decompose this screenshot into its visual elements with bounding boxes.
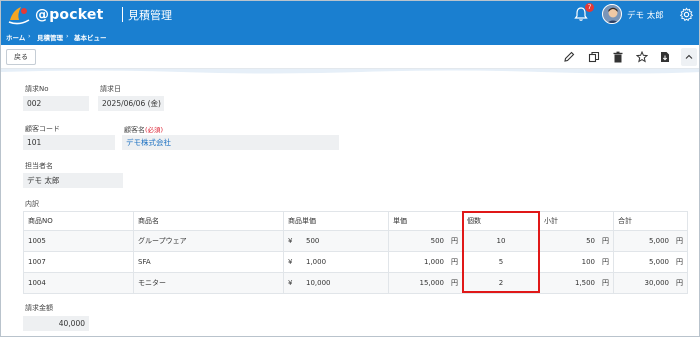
list-price-value: 500 [306, 237, 320, 245]
subtotal-value: 100 [581, 258, 595, 266]
price-cell: 1,000 円 [388, 251, 463, 273]
breadcrumb-quote-management[interactable]: 見積管理 [37, 32, 63, 42]
breadcrumb: ホーム › 見積管理 › 基本ビュー [1, 29, 699, 45]
subtotal-cell: 1,500 円 [539, 272, 614, 294]
breadcrumb-separator: › [66, 32, 69, 40]
column-header: 合計 [613, 211, 688, 231]
table-row: 1004 モニター ¥10,000 15,000 円 2 1,500 円 30,00… [23, 272, 688, 294]
gear-icon[interactable] [679, 7, 694, 22]
app-logo[interactable]: @pocket [7, 4, 117, 26]
total-cell: 5,000 円 [613, 230, 688, 252]
subtotal-cell: 50 円 [539, 230, 614, 252]
unit-label: 円 [451, 258, 458, 266]
list-price-cell: ¥500 [283, 230, 389, 252]
logo-text: @pocket [35, 7, 104, 23]
total-cell: 30,000 円 [613, 272, 688, 294]
details-label: 内訳 [25, 200, 39, 208]
invoice-date-label: 請求日 [100, 85, 121, 93]
product-name-cell: SFA [133, 251, 284, 273]
price-value: 15,000 [419, 279, 445, 287]
price-value: 500 [430, 237, 444, 245]
avatar[interactable] [602, 4, 622, 24]
customer-name-link[interactable]: デモ株式会社 [122, 135, 339, 150]
app-window: @pocket 見積管理 7 デモ 太郎 ホーム › 見積管理 › 基本ビュー [0, 0, 700, 337]
list-price-cell: ¥1,000 [283, 251, 389, 273]
column-header: 商品NO [23, 211, 134, 231]
unit-label: 円 [602, 258, 609, 266]
list-price-cell: ¥10,000 [283, 272, 389, 294]
product-name-cell: グループウェア [133, 230, 284, 252]
top-header: @pocket 見積管理 7 デモ 太郎 [1, 1, 699, 29]
column-header: 小計 [539, 211, 614, 231]
table-row: 1005 グループウェア ¥500 500 円 10 50 円 5,000 円 [23, 230, 688, 252]
chevron-up-icon [685, 54, 693, 59]
notification-badge: 7 [585, 3, 594, 12]
column-header: 単価 [388, 211, 463, 231]
product-name-cell: モニター [133, 272, 284, 294]
total-amount-label: 請求金額 [25, 304, 53, 312]
user-portrait-icon [603, 5, 621, 23]
unit-label: 円 [602, 237, 609, 245]
list-price-value: 10,000 [306, 279, 331, 287]
user-name[interactable]: デモ 太郎 [627, 9, 664, 21]
customer-name-label: 顧客名(必須) [124, 124, 163, 135]
price-cell: 500 円 [388, 230, 463, 252]
customer-code-label: 顧客コード [25, 125, 60, 133]
column-header: 商品単価 [283, 211, 389, 231]
pocket-logo-icon [8, 7, 30, 25]
quantity-column-highlight [462, 211, 540, 293]
decorative-wave [1, 69, 699, 74]
staff-field: デモ 太郎 [23, 173, 123, 188]
unit-label: 円 [602, 279, 609, 287]
page-title: 見積管理 [128, 9, 172, 22]
price-value: 1,000 [423, 258, 444, 266]
total-cell: 5,000 円 [613, 251, 688, 273]
unit-label: 円 [676, 237, 683, 245]
table-row: 1007 SFA ¥1,000 1,000 円 5 100 円 5,000 円 [23, 251, 688, 273]
product-no-cell: 1004 [23, 272, 134, 294]
toolbar: 戻る [1, 45, 699, 69]
title-divider [122, 7, 123, 22]
pencil-icon[interactable] [563, 51, 575, 63]
breadcrumb-home[interactable]: ホーム [6, 32, 25, 42]
total-amount-field: 40,000 [23, 316, 89, 331]
unit-label: 円 [676, 258, 683, 266]
price-cell: 15,000 円 [388, 272, 463, 294]
download-icon[interactable] [659, 51, 671, 63]
column-header: 商品名 [133, 211, 284, 231]
total-value: 5,000 [648, 258, 669, 266]
subtotal-cell: 100 円 [539, 251, 614, 273]
product-no-cell: 1005 [23, 230, 134, 252]
table-header-row: 商品NO 商品名 商品単価 単価 個数 小計 合計 [23, 211, 688, 231]
collapse-button[interactable] [681, 48, 697, 66]
invoice-date-field: 2025/06/06 (金) [98, 96, 164, 111]
back-button[interactable]: 戻る [6, 49, 36, 65]
breadcrumb-separator: › [28, 32, 31, 40]
invoice-no-field: 002 [23, 96, 89, 111]
subtotal-value: 1,500 [574, 279, 595, 287]
unit-label: 円 [451, 237, 458, 245]
trash-icon[interactable] [612, 51, 624, 63]
details-table: 商品NO 商品名 商品単価 単価 個数 小計 合計 1005 グループウェア ¥… [23, 211, 688, 294]
subtotal-value: 50 [586, 237, 595, 245]
total-value: 30,000 [644, 279, 670, 287]
currency-symbol: ¥ [288, 279, 293, 287]
invoice-no-label: 請求No [25, 85, 49, 93]
unit-label: 円 [451, 279, 458, 287]
copy-icon[interactable] [588, 51, 600, 63]
customer-code-field: 101 [23, 135, 115, 150]
breadcrumb-basic-view: 基本ビュー [74, 34, 107, 42]
total-value: 5,000 [648, 237, 669, 245]
currency-symbol: ¥ [288, 258, 293, 266]
list-price-value: 1,000 [306, 258, 327, 266]
staff-label: 担当者名 [25, 162, 53, 170]
product-no-cell: 1007 [23, 251, 134, 273]
unit-label: 円 [676, 279, 683, 287]
currency-symbol: ¥ [288, 237, 293, 245]
star-icon[interactable] [636, 51, 648, 63]
customer-name-label-text: 顧客名 [124, 126, 145, 134]
required-mark: (必須) [145, 126, 164, 134]
